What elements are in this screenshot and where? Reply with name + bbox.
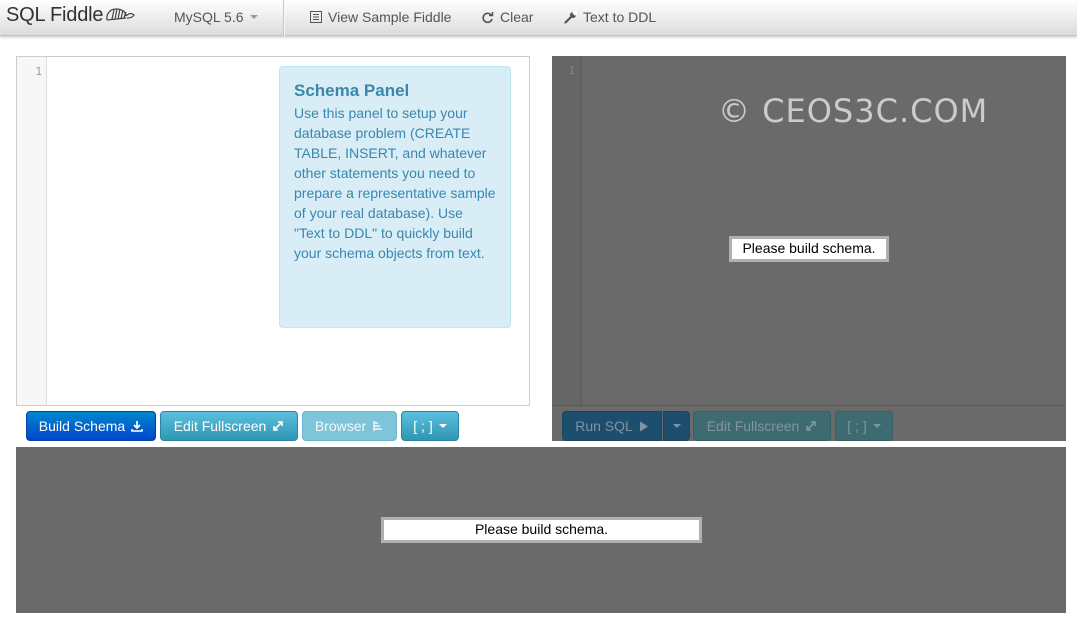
schema-help-text: Use this panel to setup your database pr… — [294, 105, 496, 261]
view-sample-fiddle-label: View Sample Fiddle — [328, 9, 452, 25]
text-to-ddl-label: Text to DDL — [583, 9, 657, 25]
results-overlay: Please build schema. — [16, 447, 1066, 613]
schema-terminator-label: [ ; ] — [413, 418, 433, 434]
watermark: © CEOS3C.COM — [718, 92, 989, 130]
expand-icon — [805, 420, 817, 432]
edit-fullscreen-button[interactable]: Edit Fullscreen — [160, 411, 298, 441]
clear-link[interactable]: Clear — [481, 9, 533, 25]
line-number-gutter: 1 — [17, 57, 47, 405]
line-number-gutter: 1 — [552, 56, 582, 405]
list-icon — [310, 11, 322, 23]
results-notice: Please build schema. — [381, 517, 702, 543]
caret-down-icon — [872, 424, 881, 428]
browser-label: Browser — [314, 418, 367, 434]
schema-help-title: Schema Panel — [294, 81, 410, 100]
edit-fullscreen-label: Edit Fullscreen — [173, 418, 267, 434]
query-editor-overlay: 1 © CEOS3C.COM Please build schema. Run … — [552, 56, 1066, 441]
tree-icon — [372, 420, 384, 432]
brand[interactable]: SQL Fiddle — [6, 4, 136, 27]
query-edit-fullscreen-button[interactable]: Edit Fullscreen — [693, 411, 831, 441]
query-terminator-label: [ ; ] — [847, 418, 867, 434]
wrench-icon — [564, 10, 577, 24]
caret-down-icon — [672, 424, 681, 428]
caret-down-icon — [438, 424, 447, 428]
refresh-icon — [481, 11, 494, 24]
seahorse-logo-icon — [106, 7, 136, 21]
text-to-ddl-link[interactable]: Text to DDL — [564, 9, 656, 25]
build-schema-label: Build Schema — [38, 418, 126, 434]
run-sql-button[interactable]: Run SQL — [562, 411, 662, 441]
expand-icon — [272, 420, 284, 432]
db-version-label: MySQL 5.6 — [174, 9, 244, 25]
top-navbar: SQL Fiddle MySQL 5.6 View Sample Fiddle … — [0, 0, 1077, 36]
schema-help-box: Schema Panel Use this panel to setup you… — [279, 66, 511, 328]
download-icon — [131, 420, 143, 432]
brand-name: SQL Fiddle — [6, 4, 104, 26]
schema-editor[interactable]: 1 Schema Panel Use this panel to setup y… — [16, 56, 530, 406]
query-edit-fullscreen-label: Edit Fullscreen — [706, 418, 800, 434]
build-schema-button[interactable]: Build Schema — [26, 411, 156, 441]
schema-terminator-dropdown[interactable]: [ ; ] — [401, 411, 459, 441]
query-notice: Please build schema. — [729, 236, 889, 262]
run-sql-label: Run SQL — [575, 418, 633, 434]
chevron-down-icon — [249, 15, 258, 19]
nav-divider — [283, 0, 285, 36]
db-version-dropdown[interactable]: MySQL 5.6 — [174, 9, 258, 25]
run-sql-options-dropdown[interactable] — [663, 411, 690, 441]
play-icon — [639, 421, 649, 432]
query-terminator-dropdown[interactable]: [ ; ] — [835, 411, 893, 441]
clear-label: Clear — [500, 9, 534, 25]
line-number: 1 — [568, 64, 575, 77]
browser-button[interactable]: Browser — [302, 411, 397, 441]
editor-bottom-border — [552, 405, 1066, 406]
line-number: 1 — [35, 65, 42, 78]
view-sample-fiddle-link[interactable]: View Sample Fiddle — [310, 9, 451, 25]
